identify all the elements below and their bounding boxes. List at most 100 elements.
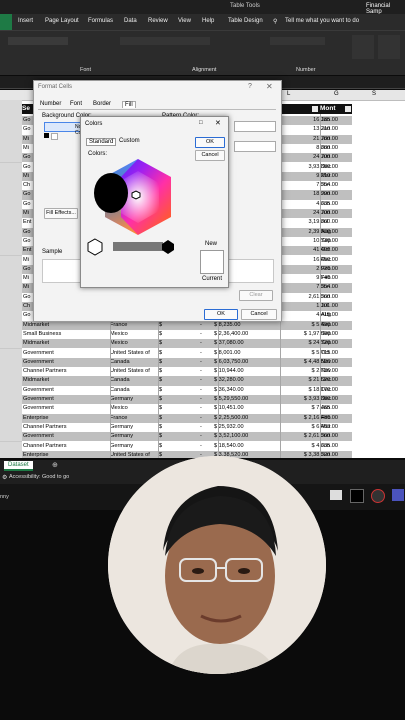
cell-currency[interactable]: $ [159,330,169,339]
cell-month[interactable]: Sep [321,339,351,348]
cell-month[interactable]: Sep [321,330,351,339]
table-row[interactable]: Channel Partners Germany $ - $ 25,932.00 $ 6,… [22,423,352,432]
cell-sales[interactable]: $ 10,944.00 [214,367,270,376]
tab-font[interactable]: Font [70,101,82,107]
pattern-style-dropdown[interactable] [234,141,276,152]
cell-month[interactable]: Jun [321,442,351,451]
cell-segment[interactable]: Channel Partners [23,367,109,376]
cell-currency[interactable]: $ [159,423,169,432]
cell-month[interactable]: Dec [321,376,351,385]
table-row[interactable]: Government Germany $ - $ 5,29,550.00 $ 3,93,3… [22,395,352,405]
cell-segment[interactable]: Government [23,349,109,358]
cell-dash[interactable]: - [200,432,208,441]
swatch[interactable] [51,133,58,140]
cell-country[interactable]: Mexico [110,404,158,413]
cell-month[interactable]: Jan [321,125,351,134]
cell-segment[interactable]: Government [23,358,109,367]
cell-month[interactable]: Jun [321,209,351,218]
cell-dash[interactable]: - [200,339,208,348]
col-letter-l[interactable]: L [287,91,290,97]
tab-insert[interactable]: Insert [18,18,33,24]
table-row[interactable]: Midmarket Canada $ - $ 32,280.00 $ 21,520.00 D… [22,376,352,386]
tell-me-search[interactable]: Tell me what you want to do [285,18,359,24]
cell-month[interactable]: Oct [321,349,351,358]
table-row[interactable]: Enterprise United States of $ - $ 3,38,520.0… [22,450,352,458]
teams-icon[interactable] [392,489,404,501]
table-row[interactable]: Government Canada $ - $ 6,03,750.00 $ 4,48,50… [22,357,352,368]
cell-month[interactable]: Jun [321,451,351,458]
cell-dash[interactable]: - [200,395,208,404]
maximize-icon[interactable]: □ [199,120,203,126]
cell-sales[interactable]: $ 32,280.00 [214,376,270,385]
cell-currency[interactable]: $ [159,442,169,451]
cell-currency[interactable]: $ [159,432,169,441]
cell-segment[interactable]: Enterprise [23,451,109,458]
sheet-tab-dataset[interactable]: Dataset [4,461,33,471]
cell-dash[interactable]: - [200,404,208,413]
cell-currency[interactable]: $ [159,386,169,395]
row-number[interactable] [0,450,22,458]
cell-country[interactable]: Canada [110,358,158,367]
cell-dash[interactable]: - [200,386,208,395]
table-row[interactable]: Government United States of $ - $ 8,001.00 $ … [22,349,352,358]
cell-month[interactable]: Feb [321,414,351,423]
cell-country[interactable]: United States of [110,451,158,458]
cell-dash[interactable]: - [200,423,208,432]
cell-month[interactable]: Mar [321,172,351,181]
cell-segment[interactable]: Small Business [23,330,109,339]
swatch[interactable] [44,133,49,138]
cell-month[interactable]: Jun [321,144,351,153]
cell-country[interactable]: France [110,414,158,423]
table-row[interactable]: Small Business Mexico $ - $ 2,36,400.00 $ 1,9… [22,330,352,339]
app-icon[interactable] [371,489,385,503]
cell-month[interactable]: Nov [321,358,351,367]
fill-effects-button[interactable]: Fill Effects... [44,208,78,219]
filter-dropdown-icon[interactable] [312,106,318,112]
cell-country[interactable]: United States of [110,349,158,358]
cell-currency[interactable]: $ [159,339,169,348]
close-icon[interactable]: ✕ [266,82,273,91]
clear-button[interactable]: Clear [239,290,273,301]
grayscale-swatches[interactable] [87,237,187,257]
table-row[interactable]: Government Germany $ - $ 3,52,100.00 $ 2,61,5… [22,432,352,442]
cell-currency[interactable]: $ [159,414,169,423]
cell-currency[interactable]: $ [159,349,169,358]
cell-country[interactable]: Mexico [110,339,158,348]
cell-month[interactable]: Aug [321,228,351,237]
cell-month[interactable]: Jul [321,218,351,227]
cell-currency[interactable]: $ [159,451,169,458]
cell-month[interactable]: Jun [321,432,351,441]
cell-country[interactable]: Canada [110,376,158,385]
tab-custom[interactable]: Custom [119,138,140,144]
cell-dash[interactable]: - [200,442,208,451]
cell-sales[interactable]: $ 36,340.00 [214,386,270,395]
font-name-box[interactable] [8,37,68,45]
tab-number[interactable]: Number [40,101,61,107]
theme-swatches-row[interactable] [44,133,84,141]
cell-currency[interactable]: $ [159,395,169,404]
cell-country[interactable]: Germany [110,432,158,441]
cell-country[interactable]: Germany [110,442,158,451]
cancel-button[interactable]: Cancel [241,309,277,320]
alignment-controls[interactable] [120,37,210,45]
cell-currency[interactable]: $ [159,367,169,376]
ok-button[interactable]: OK [204,309,238,320]
cell-sales[interactable]: $ 2,25,500.00 [214,414,270,423]
cell-country[interactable]: Germany [110,395,158,404]
cell-sales[interactable]: $ 6,03,750.00 [214,358,270,367]
cell-country[interactable]: Canada [110,386,158,395]
cell-segment[interactable]: Channel Partners [23,442,109,451]
tab-formulas[interactable]: Formulas [88,18,113,24]
cell-month[interactable]: Dec [321,386,351,395]
cell-segment[interactable]: Government [23,404,109,413]
cell-month[interactable]: Sep [321,237,351,246]
close-icon[interactable]: ✕ [215,119,221,127]
colors-cancel-button[interactable]: Cancel [195,150,225,161]
cell-segment[interactable]: Midmarket [23,339,109,348]
table-row[interactable]: Government Canada $ - $ 36,340.00 $ 18,170.00… [22,386,352,395]
cell-month[interactable]: Jun [321,190,351,199]
cell-segment[interactable]: Government [23,432,109,441]
cell-month[interactable]: Sep [321,321,351,330]
cell-currency[interactable]: $ [159,376,169,385]
tab-table-design[interactable]: Table Design [228,18,263,24]
